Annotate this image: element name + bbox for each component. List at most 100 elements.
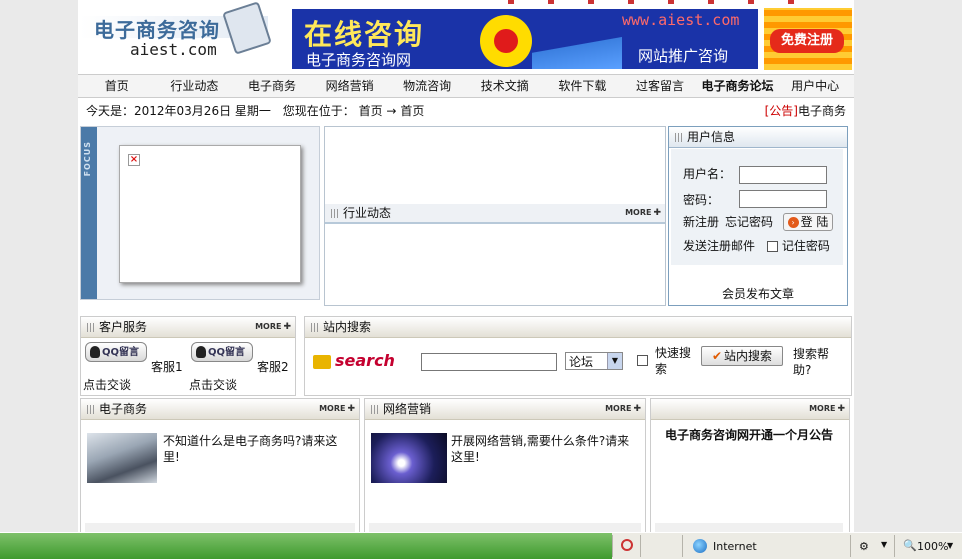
site-logo[interactable]: 电子商务咨询 aiest.com xyxy=(80,1,272,62)
agent-2-label: 客服2 xyxy=(257,360,289,374)
industry-news-box: 行业动态 MORE xyxy=(324,126,666,306)
chevron-down-icon: ▼ xyxy=(881,540,888,549)
login-button[interactable]: › 登 陆 xyxy=(783,213,833,231)
register-link[interactable]: 新注册 xyxy=(683,213,719,230)
breadcrumb-home[interactable]: 首页 xyxy=(359,104,383,118)
grip-icon xyxy=(311,323,319,332)
focus-label: FOCUS xyxy=(83,141,92,177)
remember-password[interactable]: 记住密码 xyxy=(767,237,830,254)
nav-item-guestbook[interactable]: 过客留言 xyxy=(621,75,699,97)
ecommerce-more-link[interactable]: MORE xyxy=(319,399,355,419)
user-info-header: 用户信息 xyxy=(669,127,847,148)
announcement-link[interactable]: 电子商务咨询网开通一个月公告 xyxy=(661,427,837,443)
remember-checkbox[interactable] xyxy=(767,241,778,252)
quick-search-checkbox[interactable] xyxy=(637,353,648,367)
logo-text-cn: 电子商务咨询 xyxy=(94,18,220,42)
marketing-title: 网络营销 xyxy=(383,402,432,416)
notice-ticker[interactable]: [公告]电子商务 xyxy=(765,102,846,119)
qq-label: QQ留言 xyxy=(208,347,246,358)
ecommerce-title: 电子商务 xyxy=(99,402,148,416)
password-input[interactable] xyxy=(739,190,827,208)
site-search-button-label: 站内搜索 xyxy=(724,349,773,363)
grip-icon xyxy=(675,133,683,142)
search-scope-select[interactable]: 论坛 ▼ xyxy=(565,352,623,370)
nav-item-logistics[interactable]: 物流咨询 xyxy=(388,75,466,97)
chat-link-1[interactable]: 点击交谈 xyxy=(83,376,131,393)
nav-item-industry[interactable]: 行业动态 xyxy=(156,75,234,97)
banner-wave xyxy=(532,31,622,69)
site-search-box: 站内搜索 search 论坛 ▼ 快速搜索 ✔ 站内搜索 搜索帮助? xyxy=(304,316,852,396)
qq-penguin-icon xyxy=(196,346,206,358)
customer-service-more-link[interactable]: MORE xyxy=(255,317,291,337)
member-publish-link[interactable]: 会员发布文章 xyxy=(669,285,847,302)
announcement-column: MORE 电子商务咨询网开通一个月公告 xyxy=(650,398,850,534)
free-register-banner[interactable]: 免费注册 xyxy=(764,8,852,70)
security-icon: ⚙ xyxy=(859,540,869,553)
industry-news-header: 行业动态 MORE xyxy=(325,204,665,224)
status-cell-privacy[interactable] xyxy=(612,535,641,557)
notice-text[interactable]: 电子商务 xyxy=(798,104,846,118)
customer-service-header: 客户服务 MORE xyxy=(81,317,295,338)
chevron-down-icon: ▼ xyxy=(607,353,622,369)
search-logo: search xyxy=(313,351,395,370)
chat-link-2[interactable]: 点击交谈 xyxy=(189,376,237,393)
breadcrumb-current: 首页 xyxy=(400,104,425,118)
announcement-more-link[interactable]: MORE xyxy=(809,399,845,419)
search-help-link[interactable]: 搜索帮助? xyxy=(793,346,833,378)
qq-message-button-1[interactable]: QQ留言 xyxy=(85,342,147,362)
marketing-article-image[interactable] xyxy=(371,433,447,483)
send-mail-link[interactable]: 发送注册邮件 xyxy=(683,237,755,254)
quick-search-label: 快速搜索 xyxy=(655,346,692,376)
marketing-article-link[interactable]: 开展网络营销,需要什么条件?请来这里! xyxy=(451,433,635,465)
quick-search-check[interactable] xyxy=(637,355,648,366)
status-cell-protected[interactable]: ⚙ ▼ xyxy=(850,535,893,557)
username-input[interactable] xyxy=(739,166,827,184)
status-cell-zone[interactable]: Internet xyxy=(682,535,849,557)
location-label: 您现在位于： xyxy=(282,104,355,118)
user-info-title: 用户信息 xyxy=(687,130,736,144)
zoom-icon: 🔍 xyxy=(903,539,917,552)
site-search-button[interactable]: ✔ 站内搜索 xyxy=(701,346,783,366)
broken-image-icon: × xyxy=(128,154,140,166)
grip-icon xyxy=(87,405,95,414)
login-button-label: 登 陆 xyxy=(800,215,829,229)
main-nav: 首页 行业动态 电子商务 网络营销 物流咨询 技术文摘 软件下载 过客留言 电子… xyxy=(78,74,854,98)
ecommerce-article-image[interactable] xyxy=(87,433,157,483)
site-search-header: 站内搜索 xyxy=(305,317,851,338)
site-search-title: 站内搜索 xyxy=(323,320,372,334)
nav-item-tech[interactable]: 技术文摘 xyxy=(466,75,544,97)
password-label: 密码： xyxy=(683,193,720,207)
free-register-button[interactable]: 免费注册 xyxy=(770,29,844,53)
nav-item-forum[interactable]: 电子商务论坛 xyxy=(699,75,777,97)
focus-image-frame[interactable]: × xyxy=(119,145,301,283)
focus-box: FOCUS × xyxy=(80,126,320,300)
status-cell-zoom[interactable]: 🔍 100% ▼ xyxy=(894,535,962,557)
zoom-level: 100% xyxy=(917,540,949,553)
forgot-password-link[interactable]: 忘记密码 xyxy=(725,213,773,230)
search-logo-text: search xyxy=(335,351,395,370)
grip-icon xyxy=(371,405,379,414)
logo-text-en: aiest.com xyxy=(130,40,217,59)
industry-news-more-link[interactable]: MORE xyxy=(625,204,661,222)
nav-item-ecommerce[interactable]: 电子商务 xyxy=(233,75,311,97)
status-cell-empty xyxy=(640,535,681,557)
breadcrumb-arrow: → xyxy=(386,104,397,118)
chevron-down-icon: ▼ xyxy=(947,541,954,550)
browser-status-bar: Internet ⚙ ▼ 🔍 100% ▼ xyxy=(0,532,962,559)
nav-item-marketing[interactable]: 网络营销 xyxy=(311,75,389,97)
marketing-more-link[interactable]: MORE xyxy=(605,399,641,419)
nav-item-user-center[interactable]: 用户中心 xyxy=(776,75,854,97)
qq-message-button-2[interactable]: QQ留言 xyxy=(191,342,253,362)
search-scope-value: 论坛 xyxy=(569,355,594,369)
grip-icon xyxy=(331,209,339,218)
industry-news-title: 行业动态 xyxy=(343,206,392,220)
announcement-header: MORE xyxy=(651,399,849,420)
username-label: 用户名： xyxy=(683,167,732,181)
search-input[interactable] xyxy=(421,353,557,371)
remember-label: 记住密码 xyxy=(781,239,830,253)
nav-item-software[interactable]: 软件下载 xyxy=(544,75,622,97)
nav-item-home[interactable]: 首页 xyxy=(78,75,156,97)
ecommerce-article-link[interactable]: 不知道什么是电子商务吗?请来这里! xyxy=(163,433,343,465)
marketing-column: 网络营销 MORE 开展网络营销,需要什么条件?请来这里! xyxy=(364,398,646,534)
consult-banner[interactable]: 在线咨询 电子商务咨询网 www.aiest.com 网站推广咨询 xyxy=(292,9,758,69)
